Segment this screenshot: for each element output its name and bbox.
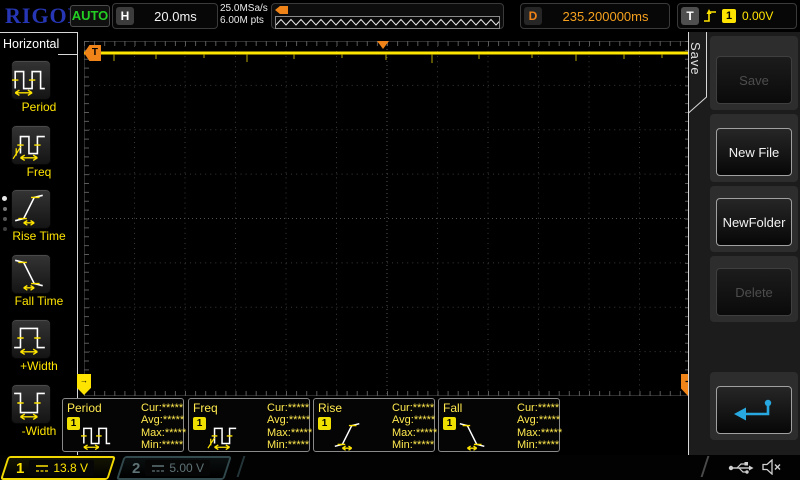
measurement-stats: Cur:***** Avg:***** Max:***** Min:***** [517, 402, 562, 451]
menu-scroll-dot [3, 207, 7, 211]
channel2-scale: 5.00 V [169, 461, 204, 475]
usb-icon [728, 460, 754, 475]
menu-item-freq-label: Freq [0, 165, 78, 179]
trigger-status-box[interactable]: T 1 0.00V [677, 3, 797, 29]
delay-value: 235.200000ms [542, 9, 669, 24]
measurement-channel-badge: 1 [443, 417, 456, 430]
grid-lines [84, 41, 690, 396]
preview-waveform [275, 16, 500, 29]
left-menu-tab-border [58, 54, 77, 55]
tab-separator [237, 456, 246, 477]
measurement-name: Fall [443, 401, 462, 415]
channel1-tab[interactable]: 1 13.8 V [0, 456, 116, 480]
plus-width-icon [12, 320, 48, 356]
menu-item-plus-width[interactable] [11, 319, 51, 359]
channel1-scale-box: 13.8 V [29, 460, 94, 476]
trigger-label: T [681, 7, 699, 25]
measurement-bar: Period 1 Cur:***** Avg:***** Max:***** M… [62, 398, 574, 455]
channel2-tab[interactable]: 2 5.00 V [116, 456, 232, 480]
horizontal-scale-value: 20.0ms [134, 9, 217, 24]
sample-rate-block: 25.0MSa/s 6.00M pts [220, 3, 268, 27]
acquisition-status-badge: AUTO [70, 5, 110, 27]
delay-label: D [524, 7, 542, 25]
channel1-scale: 13.8 V [53, 461, 88, 475]
measurement-stats: Cur:***** Avg:***** Max:***** Min:***** [392, 402, 437, 451]
fall-time-icon [457, 419, 489, 451]
freq-icon [207, 419, 239, 451]
menu-scroll-dot [3, 217, 7, 221]
preview-position-marker-icon [275, 6, 288, 14]
period-icon [12, 61, 48, 97]
trigger-source-badge: 1 [722, 9, 736, 23]
left-menu-right-border [77, 32, 78, 455]
soft-button-slot: New File [710, 114, 798, 182]
channel1-number: 1 [16, 460, 24, 477]
left-menu-title: Horizontal [3, 37, 59, 51]
measurement-channel-badge: 1 [318, 417, 331, 430]
measurement-panel-fall[interactable]: Fall 1 Cur:***** Avg:***** Max:***** Min… [438, 398, 560, 452]
return-button[interactable] [716, 386, 792, 434]
trigger-level-value: 0.00V [742, 9, 773, 23]
trigger-delay-box[interactable]: D 235.200000ms [520, 3, 670, 29]
measurement-name: Freq [193, 401, 218, 415]
return-arrow-icon [731, 397, 777, 423]
measurement-panel-rise[interactable]: Rise 1 Cur:***** Avg:***** Max:***** Min… [313, 398, 435, 452]
channel2-scale-box: 5.00 V [145, 460, 210, 476]
menu-scroll-dot [3, 227, 7, 231]
measurement-panel-period[interactable]: Period 1 Cur:***** Avg:***** Max:***** M… [62, 398, 184, 452]
measurement-name: Rise [318, 401, 342, 415]
measurement-stats: Cur:***** Avg:***** Max:***** Min:***** [141, 402, 186, 451]
menu-scroll-dot [2, 196, 7, 201]
period-icon [81, 419, 113, 451]
menu-item-fall-time-label: Fall Time [0, 294, 78, 308]
menu-item-plus-width-label: +Width [0, 359, 78, 373]
left-function-menu: Horizontal Period Freq [0, 32, 80, 455]
save-button[interactable]: Save [716, 56, 792, 104]
sample-rate-value: 25.0MSa/s [220, 3, 268, 15]
tab-separator [701, 456, 710, 477]
trigger-position-triangle-icon[interactable] [377, 41, 389, 49]
top-status-bar: RIGOL AUTO H 20.0ms 25.0MSa/s 6.00M pts … [0, 0, 800, 33]
measurement-channel-badge: 1 [67, 417, 80, 430]
menu-item-fall-time[interactable] [11, 254, 51, 294]
measurement-panel-freq[interactable]: Freq 1 Cur:***** Avg:***** Max:***** Min… [188, 398, 310, 452]
soft-button-slot [710, 372, 798, 440]
rise-time-icon [12, 190, 48, 226]
new-folder-button[interactable]: NewFolder [716, 198, 792, 246]
menu-item-period-label: Period [0, 100, 78, 114]
horizontal-scale-box[interactable]: H 20.0ms [112, 3, 218, 29]
soft-button-slot: NewFolder [710, 186, 798, 252]
menu-item-rise-time-label: Rise Time [0, 229, 78, 243]
oscilloscope-screen: RIGOL AUTO H 20.0ms 25.0MSa/s 6.00M pts … [0, 0, 800, 480]
channel2-number: 2 [132, 460, 140, 477]
speaker-muted-icon [762, 459, 782, 475]
right-soft-menu: Save New File NewFolder Delete [688, 32, 800, 455]
rise-time-icon [332, 419, 364, 451]
memory-depth-value: 6.00M pts [220, 15, 268, 27]
freq-icon [12, 126, 48, 162]
left-menu-top-border [0, 32, 78, 33]
new-file-button[interactable]: New File [716, 128, 792, 176]
menu-item-rise-time[interactable] [11, 189, 51, 229]
fall-time-icon [12, 255, 48, 291]
dc-coupling-icon [151, 464, 165, 473]
soft-button-slot: Save [710, 36, 798, 110]
menu-item-period[interactable] [11, 60, 51, 100]
right-menu-title-tab: Save [688, 42, 703, 76]
measurement-name: Period [67, 401, 102, 415]
graticule [84, 41, 690, 396]
horizontal-label: H [116, 7, 134, 25]
menu-item-minus-width[interactable] [11, 384, 51, 424]
measurement-stats: Cur:***** Avg:***** Max:***** Min:***** [267, 402, 312, 451]
menu-item-freq[interactable] [11, 125, 51, 165]
bottom-status-bar: 1 13.8 V 2 5.00 V [0, 455, 800, 480]
waveform-preview-bar[interactable] [271, 3, 504, 29]
trigger-slope-icon [703, 8, 718, 24]
soft-button-slot: Delete [710, 256, 798, 322]
delete-button[interactable]: Delete [716, 268, 792, 316]
minus-width-icon [12, 385, 48, 421]
measurement-channel-badge: 1 [193, 417, 206, 430]
dc-coupling-icon [35, 464, 49, 473]
